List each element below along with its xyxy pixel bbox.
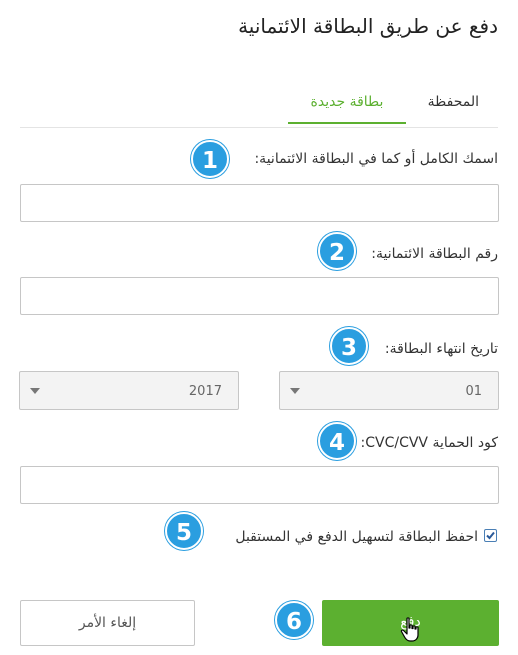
expiry-label: تاريخ انتهاء البطاقة: bbox=[384, 341, 498, 357]
payment-tabs: المحفظة بطاقة جديدة bbox=[20, 90, 498, 128]
expiry-month-value: 01 bbox=[465, 384, 482, 399]
callout-badge-5: 5 bbox=[165, 512, 203, 550]
save-card-checkbox[interactable] bbox=[484, 529, 497, 542]
page-title: دفع عن طريق البطاقة الائتمانية bbox=[238, 14, 498, 38]
chevron-down-icon bbox=[290, 388, 300, 394]
name-field[interactable] bbox=[20, 184, 499, 222]
name-label: اسمك الكامل أو كما في البطاقة الائتمانية… bbox=[254, 151, 498, 167]
expiry-month-select[interactable]: 01 bbox=[279, 371, 499, 410]
expiry-year-value: 2017 bbox=[188, 384, 222, 399]
callout-badge-2: 2 bbox=[318, 232, 356, 270]
expiry-year-select[interactable]: 2017 bbox=[19, 371, 239, 410]
tab-new-card[interactable]: بطاقة جديدة bbox=[288, 94, 406, 124]
card-number-field[interactable] bbox=[20, 277, 499, 315]
tab-wallet[interactable]: المحفظة bbox=[428, 94, 479, 122]
callout-badge-1: 1 bbox=[191, 140, 229, 178]
callout-badge-6: 6 bbox=[275, 601, 313, 639]
cancel-button[interactable]: إلغاء الأمر bbox=[20, 600, 195, 646]
callout-badge-4: 4 bbox=[318, 422, 356, 460]
chevron-down-icon bbox=[30, 388, 40, 394]
hand-cursor-icon bbox=[400, 617, 419, 642]
callout-badge-3: 3 bbox=[330, 327, 368, 365]
checkmark-icon bbox=[486, 531, 495, 540]
card-number-label: رقم البطاقة الائتمانية: bbox=[371, 246, 498, 262]
cvc-field[interactable] bbox=[20, 466, 499, 504]
cvc-label: كود الحماية CVC/CVV: bbox=[360, 435, 499, 451]
save-card-label: احفظ البطاقة لتسهيل الدفع في المستقبل bbox=[235, 529, 478, 545]
